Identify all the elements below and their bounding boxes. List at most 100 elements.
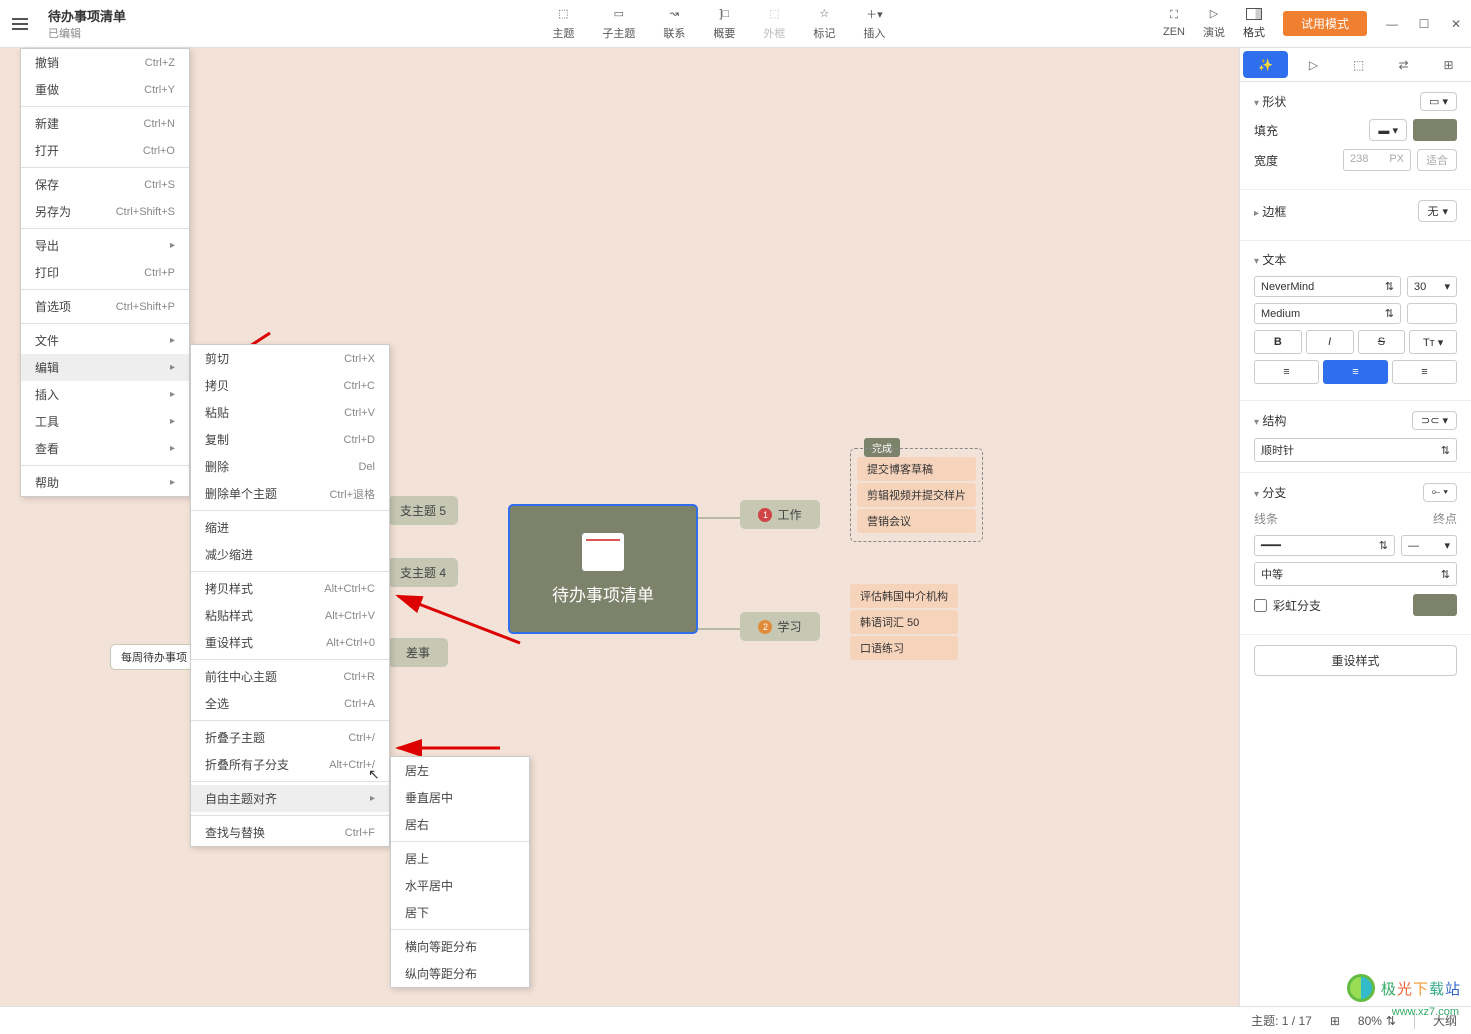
goto-center-item[interactable]: 前往中心主题Ctrl+R [191,663,389,690]
branch-icon-select[interactable]: ⟜ ▾ [1423,483,1457,502]
delete-single-item[interactable]: 删除单个主题Ctrl+退格 [191,480,389,507]
map-icon[interactable]: ⊞ [1330,1014,1340,1028]
line-style-select[interactable]: ━━━⇅ [1254,535,1395,556]
dist-v-item[interactable]: 纵向等距分布 [391,960,541,987]
duplicate-item[interactable]: 复制Ctrl+D [191,426,389,453]
find-item[interactable]: 查找与替换Ctrl+F [191,819,389,846]
indent-item[interactable]: 缩进 [191,514,389,541]
open-item[interactable]: 打开Ctrl+O [21,137,189,164]
slideshow-tab[interactable]: ▷ [1291,48,1336,81]
select-all-item[interactable]: 全选Ctrl+A [191,690,389,717]
align-right-button[interactable]: ≡ [1392,360,1457,384]
leaf-item[interactable]: 评估韩国中介机构 [850,584,958,608]
study-node[interactable]: 2学习 [740,612,820,641]
minimize-button[interactable]: — [1385,17,1399,31]
branch-color-swatch[interactable] [1413,594,1457,616]
line-end-select[interactable]: —▾ [1401,535,1457,556]
align-hcenter-item[interactable]: 水平居中 [391,872,541,899]
print-item[interactable]: 打印Ctrl+P [21,259,189,286]
errand-node[interactable]: 差事 [388,638,448,667]
text-color[interactable] [1407,303,1457,324]
width-input[interactable]: 238PX [1343,149,1411,171]
maximize-button[interactable]: ☐ [1417,17,1431,31]
zoom-control[interactable]: 80% ⇅ [1358,1014,1396,1028]
align-free-item[interactable]: 自由主题对齐▸ [191,785,389,812]
leaf-item[interactable]: 韩语词汇 50 [850,610,958,634]
paste-item[interactable]: 粘贴Ctrl+V [191,399,389,426]
summary-button[interactable]: ]□概要 [713,7,735,41]
shape-select[interactable]: ▭ ▾ [1420,92,1457,111]
leaf-item[interactable]: 提交博客草稿 [857,457,976,481]
italic-button[interactable]: I [1306,330,1354,354]
edit-submenu[interactable]: 编辑▸ [21,354,189,381]
rainbow-checkbox[interactable] [1254,599,1267,612]
fontsize-select[interactable]: 30▾ [1407,276,1457,297]
weekly-node[interactable]: 每周待办事项 [110,644,198,670]
leaf-item[interactable]: 口语练习 [850,636,958,660]
file-submenu[interactable]: 文件▸ [21,327,189,354]
dist-h-item[interactable]: 横向等距分布 [391,933,541,960]
fit-button[interactable]: 适合 [1417,149,1457,171]
topic-count[interactable]: 主题: 1 / 17 [1251,1012,1312,1029]
subtopic-5-node[interactable]: 支主题 5 [388,496,458,525]
work-group[interactable]: 提交博客草稿 剪辑视频并提交样片 营销会议 [850,448,983,542]
leaf-item[interactable]: 剪辑视频并提交样片 [857,483,976,507]
align-bottom-item[interactable]: 居下 [391,899,541,926]
trial-button[interactable]: 试用模式 [1283,11,1367,36]
work-node[interactable]: 1工作 [740,500,820,529]
hamburger-button[interactable] [0,0,40,48]
bold-button[interactable]: B [1254,330,1302,354]
export-item[interactable]: 导出▸ [21,232,189,259]
insert-submenu[interactable]: 插入▸ [21,381,189,408]
reset-style-item[interactable]: 重设样式Alt+Ctrl+0 [191,629,389,656]
saveas-item[interactable]: 另存为Ctrl+Shift+S [21,198,189,225]
outdent-item[interactable]: 减少缩进 [191,541,389,568]
align-center-button[interactable]: ≡ [1323,360,1388,384]
subtopic-button[interactable]: ▭子主题 [602,7,635,41]
align-left-item[interactable]: 居左 [391,757,541,784]
tools-submenu[interactable]: 工具▸ [21,408,189,435]
delete-item[interactable]: 删除Del [191,453,389,480]
map-tab[interactable]: ⇄ [1381,48,1426,81]
view-submenu[interactable]: 查看▸ [21,435,189,462]
insert-button[interactable]: ＋▾插入 [863,7,885,41]
redo-item[interactable]: 重做Ctrl+Y [21,76,189,103]
case-button[interactable]: Tᴛ ▾ [1409,330,1457,354]
align-left-button[interactable]: ≡ [1254,360,1319,384]
marker-button[interactable]: ☆标记 [813,7,835,41]
present-button[interactable]: ▷演说 [1203,7,1225,40]
zen-button[interactable]: ⛶ZEN [1163,9,1185,38]
leaf-item[interactable]: 营销会议 [857,509,976,533]
reset-style-button[interactable]: 重设样式 [1254,645,1457,676]
fill-type-select[interactable]: ▬ ▾ [1369,119,1407,141]
weight-select[interactable]: Medium⇅ [1254,303,1401,324]
style-tab[interactable]: ✨ [1243,51,1288,78]
central-topic[interactable]: 待办事项清单 [508,504,698,634]
pref-item[interactable]: 首选项Ctrl+Shift+P [21,293,189,320]
copy-item[interactable]: 拷贝Ctrl+C [191,372,389,399]
structure-icon-select[interactable]: ⊃⊂ ▾ [1412,411,1457,430]
format-button[interactable]: 格式 [1243,8,1265,40]
align-vcenter-item[interactable]: 垂直居中 [391,784,541,811]
save-item[interactable]: 保存Ctrl+S [21,171,189,198]
fold-all-item[interactable]: 折叠所有子分支Alt+Ctrl+/ [191,751,389,778]
subtopic-4-node[interactable]: 支主题 4 [388,558,458,587]
help-submenu[interactable]: 帮助▸ [21,469,189,496]
undo-item[interactable]: 撤销Ctrl+Z [21,49,189,76]
new-item[interactable]: 新建Ctrl+N [21,110,189,137]
strike-button[interactable]: S [1358,330,1406,354]
close-button[interactable]: ✕ [1449,17,1463,31]
align-top-item[interactable]: 居上 [391,845,541,872]
fold-sub-item[interactable]: 折叠子主题Ctrl+/ [191,724,389,751]
cut-item[interactable]: 剪切Ctrl+X [191,345,389,372]
structure-select[interactable]: 顺时针⇅ [1254,438,1457,462]
relation-button[interactable]: ↝联系 [663,7,685,41]
copy-style-item[interactable]: 拷贝样式Alt+Ctrl+C [191,575,389,602]
line-width-select[interactable]: 中等⇅ [1254,562,1457,586]
info-tab[interactable]: ⊞ [1426,48,1471,81]
border-select[interactable]: 无 ▾ [1418,200,1457,222]
topic-button[interactable]: ⬚主题 [552,7,574,41]
align-right-item[interactable]: 居右 [391,811,541,838]
fill-color-swatch[interactable] [1413,119,1457,141]
card-tab[interactable]: ⬚ [1336,48,1381,81]
